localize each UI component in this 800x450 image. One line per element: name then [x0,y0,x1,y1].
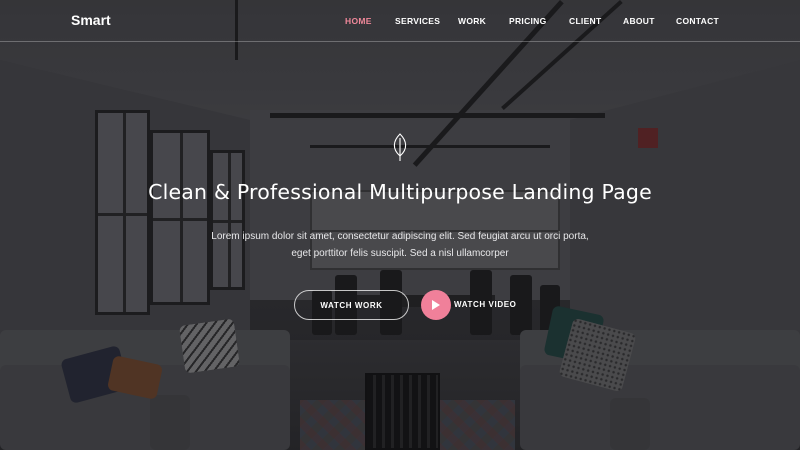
nav-link-about[interactable]: ABOUT [623,16,655,26]
brand-logo[interactable]: Smart [71,12,111,28]
nav-link-pricing[interactable]: PRICING [509,16,547,26]
hero-subtext-line1: Lorem ipsum dolor sit amet, consectetur … [211,231,589,242]
nav-link-work[interactable]: WORK [458,16,486,26]
nav-link-home[interactable]: HOME [345,16,372,26]
play-video-button[interactable] [421,290,451,320]
nav-link-services[interactable]: SERVICES [395,16,440,26]
hero-subtext: Lorem ipsum dolor sit amet, consectetur … [205,228,595,262]
hero-section: Smart HOME SERVICES WORK PRICING CLIENT … [0,0,800,450]
hero-content: Clean & Professional Multipurpose Landin… [0,0,800,450]
hero-subtext-line2: eget porttitor felis suscipit. Sed a nis… [291,248,509,259]
watch-video-label[interactable]: WATCH VIDEO [454,300,516,309]
navbar: Smart HOME SERVICES WORK PRICING CLIENT … [0,0,800,42]
watch-work-button[interactable]: WATCH WORK [294,290,409,320]
nav-link-contact[interactable]: CONTACT [676,16,719,26]
leaf-icon [393,133,407,161]
play-icon [432,300,440,310]
hero-headline: Clean & Professional Multipurpose Landin… [148,180,652,204]
nav-link-client[interactable]: CLIENT [569,16,602,26]
